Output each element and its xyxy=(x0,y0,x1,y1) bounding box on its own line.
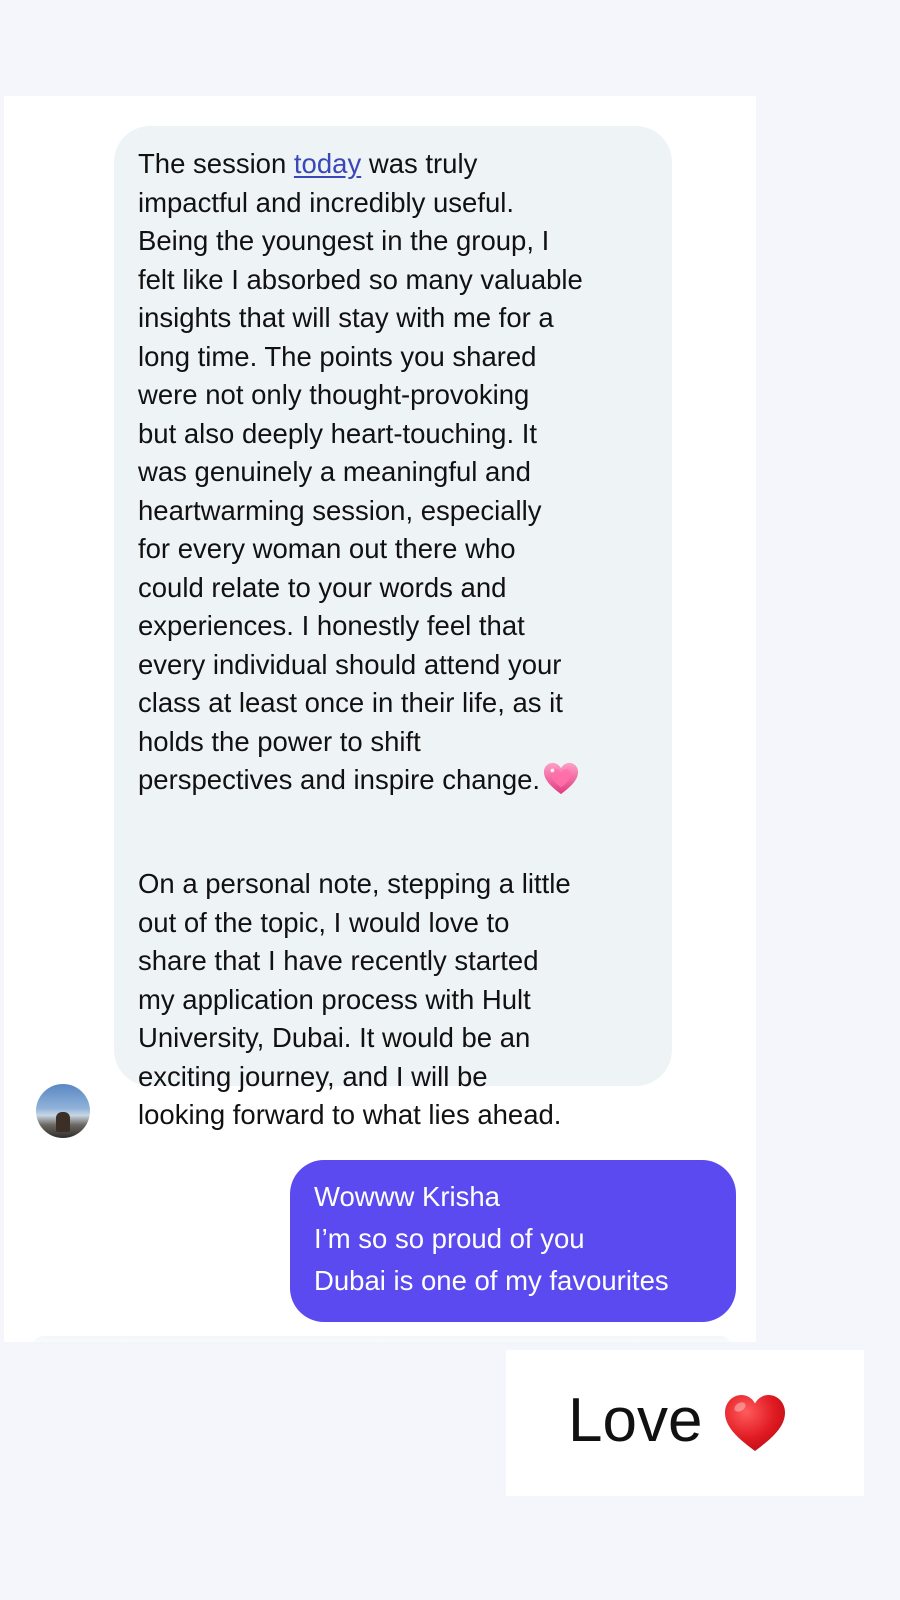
pink-sparkling-heart-icon xyxy=(544,762,579,795)
incoming-message-paragraph-1: The session today was truly impactful an… xyxy=(138,145,638,800)
chat-screenshot-card: The session today was truly impactful an… xyxy=(4,96,756,1342)
red-heart-icon xyxy=(725,1395,785,1451)
message-text-after-link: was truly impactful and incredibly usefu… xyxy=(138,148,583,795)
love-caption-text: Love xyxy=(568,1386,703,1455)
outgoing-message-bubble[interactable]: Wowww Krisha I’m so so proud of you Duba… xyxy=(290,1160,736,1322)
next-message-edge xyxy=(32,1336,732,1348)
message-text-before-link: The session xyxy=(138,148,294,179)
outgoing-message-line: Dubai is one of my favourites xyxy=(314,1265,669,1296)
outgoing-message-line: I’m so so proud of you xyxy=(314,1223,585,1254)
incoming-message-bubble[interactable]: The session today was truly impactful an… xyxy=(114,126,672,1130)
incoming-message-paragraph-2: On a personal note, stepping a little ou… xyxy=(138,868,571,1130)
message-link-today[interactable]: today xyxy=(294,148,361,179)
outgoing-message-line: Wowww Krisha xyxy=(314,1181,500,1212)
sender-avatar[interactable] xyxy=(36,1084,90,1138)
love-caption-sticker: Love xyxy=(506,1350,864,1496)
